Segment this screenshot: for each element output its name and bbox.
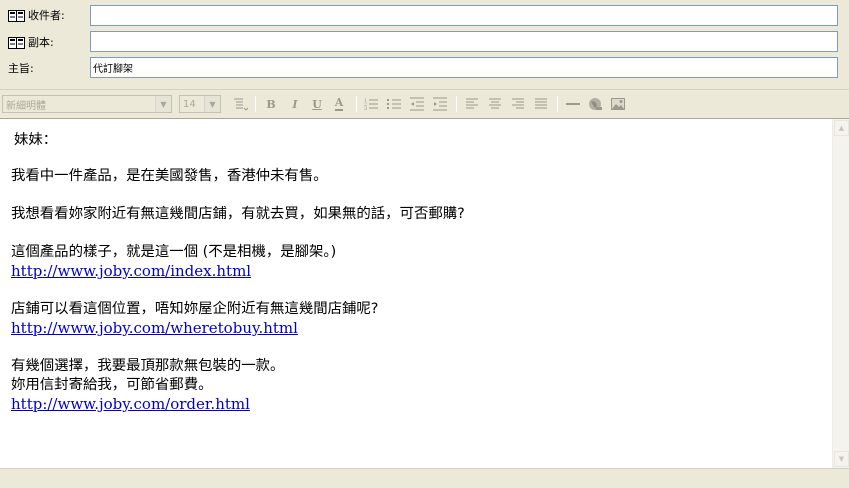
to-row: 收件者: [0, 3, 849, 30]
body-line: 我看中一件產品，是在美國發售，香港仲未有售。 [11, 168, 328, 184]
body-paragraph: 店鋪可以看這個位置，唔知妳屋企附近有無這幾間店鋪呢? http://www.jo… [11, 300, 826, 338]
to-field[interactable] [90, 5, 838, 26]
align-right-icon [512, 98, 524, 109]
toolbar-divider [356, 96, 357, 112]
paragraph-style-button[interactable] [232, 96, 248, 112]
to-label: 收件者: [28, 9, 65, 22]
scroll-up-button[interactable]: ▲ [834, 120, 849, 136]
align-right-button[interactable] [510, 96, 526, 112]
to-button[interactable]: 收件者: [8, 6, 65, 24]
message-body[interactable]: 妹妹： 我看中一件產品，是在美國發售，香港仲未有售。 我想看看妳家附近有無這幾間… [0, 118, 849, 468]
body-line: 我想看看妳家附近有無這幾間店鋪，有就去買，如果無的話，可否郵購? [11, 206, 465, 222]
font-size-value: 14 [183, 98, 196, 110]
address-book-icon [8, 9, 25, 22]
align-center-icon [489, 98, 501, 109]
increase-indent-icon [433, 97, 447, 111]
joby-index-link[interactable]: http://www.joby.com/index.html [11, 262, 826, 281]
body-line: 妳用信封寄給我，可節省郵費。 [11, 377, 213, 393]
scroll-down-button[interactable]: ▼ [834, 451, 849, 467]
message-text[interactable]: 妹妹： 我看中一件產品，是在美國發售，香港仲未有售。 我想看看妳家附近有無這幾間… [11, 131, 826, 433]
font-name-value: 新細明體 [6, 100, 46, 112]
numbered-list-icon: 1 2 3 [364, 98, 378, 112]
subject-label: 主旨: [8, 62, 34, 75]
italic-icon: I [292, 97, 298, 111]
cc-row: 副本: [0, 30, 849, 57]
numbered-list-button[interactable]: 1 2 3 [363, 96, 379, 112]
joby-wheretobuy-link[interactable]: http://www.joby.com/wheretobuy.html [11, 319, 826, 338]
formatting-toolbar: 新細明體 ▼ 14 ▼ B I U A 1 2 3 [0, 89, 849, 115]
font-color-icon: A [334, 96, 344, 111]
paragraph-style-icon [234, 98, 248, 111]
insert-link-button[interactable] [587, 96, 603, 112]
increase-indent-button[interactable] [432, 96, 448, 112]
align-left-icon [466, 98, 478, 109]
bold-button[interactable]: B [263, 96, 279, 112]
horizontal-line-icon [566, 103, 580, 105]
underline-button[interactable]: U [309, 96, 325, 112]
joby-order-link[interactable]: http://www.joby.com/order.html [11, 395, 826, 414]
chevron-down-icon: ▼ [838, 455, 845, 463]
message-header: 收件者: 副本: 主旨: [0, 0, 849, 86]
cc-field[interactable] [90, 31, 838, 52]
font-color-button[interactable]: A [331, 96, 347, 112]
toolbar-divider [557, 96, 558, 112]
align-center-button[interactable] [487, 96, 503, 112]
body-paragraph: 有幾個選擇，我要最頂那款無包裝的一款。 妳用信封寄給我，可節省郵費。 http:… [11, 357, 826, 414]
align-left-button[interactable] [464, 96, 480, 112]
font-name-select[interactable]: 新細明體 ▼ [2, 95, 172, 113]
chevron-up-icon: ▲ [838, 124, 845, 132]
window-bottom-edge [0, 468, 849, 488]
cc-label: 副本: [28, 36, 54, 49]
bold-icon: B [266, 97, 276, 111]
body-line: 有幾個選擇，我要最頂那款無包裝的一款。 [11, 358, 285, 374]
address-book-icon [8, 36, 25, 49]
justify-button[interactable] [533, 96, 549, 112]
body-line: 這個產品的樣子，就是這一個 (不是相機，是腳架。) [11, 244, 337, 260]
picture-icon [611, 98, 625, 110]
chevron-down-icon: ▼ [204, 96, 220, 112]
subject-field[interactable] [90, 57, 838, 78]
justify-icon [535, 98, 547, 109]
decrease-indent-button[interactable] [409, 96, 425, 112]
underline-icon: U [312, 97, 322, 111]
toolbar-divider [456, 96, 457, 112]
decrease-indent-icon [410, 97, 424, 111]
svg-text:3: 3 [364, 106, 367, 112]
body-paragraph: 這個產品的樣子，就是這一個 (不是相機，是腳架。) http://www.job… [11, 243, 826, 281]
insert-picture-button[interactable] [610, 96, 626, 112]
body-line: 店鋪可以看這個位置，唔知妳屋企附近有無這幾間店鋪呢? [11, 301, 379, 317]
vertical-scrollbar[interactable]: ▲ ▼ [832, 119, 849, 468]
subject-row: 主旨: [0, 56, 849, 83]
subject-label-wrap: 主旨: [8, 59, 34, 77]
horizontal-line-button[interactable] [565, 96, 581, 112]
greeting-line: 妹妹： [14, 132, 58, 148]
cc-button[interactable]: 副本: [8, 33, 54, 51]
bulleted-list-button[interactable] [386, 96, 402, 112]
font-size-select[interactable]: 14 ▼ [179, 95, 221, 113]
italic-button[interactable]: I [287, 96, 303, 112]
toolbar-divider [255, 96, 256, 112]
bulleted-list-icon [387, 99, 401, 109]
chevron-down-icon: ▼ [155, 96, 171, 112]
globe-link-icon [589, 98, 602, 110]
